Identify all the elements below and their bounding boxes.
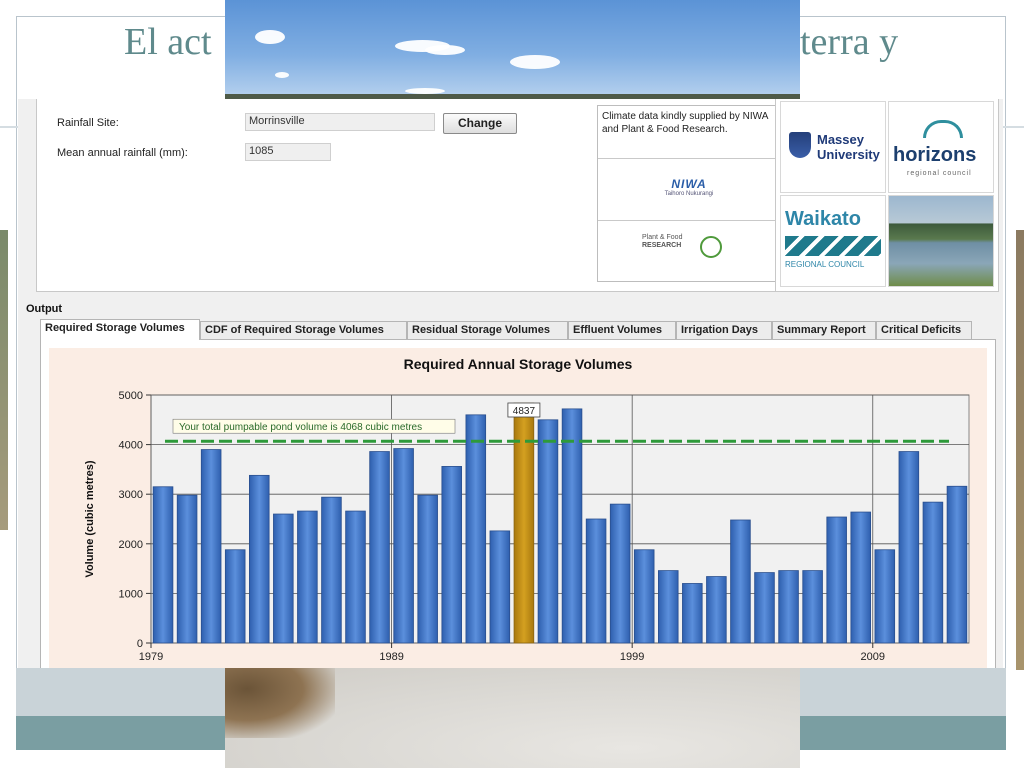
tab-cdf-required-storage-volumes[interactable]: CDF of Required Storage Volumes — [200, 321, 407, 339]
horizons-logo: horizons regional council — [888, 101, 994, 193]
bar — [297, 510, 318, 644]
bar — [609, 503, 631, 644]
credits-text: Climate data kindly supplied by NIWA and… — [602, 111, 768, 135]
bar — [946, 485, 968, 644]
sky-photo — [225, 0, 800, 100]
plant-food-logo-line2: RESEARCH — [642, 242, 682, 249]
bar — [321, 496, 342, 644]
tab-critical-deficits[interactable]: Critical Deficits — [876, 321, 972, 339]
bar — [802, 570, 823, 644]
bar — [176, 494, 198, 644]
chart-area: Required Annual Storage Volumes 0 1000 2000… — [49, 348, 987, 668]
niwa-logo: NIWA Taihoro Nukurangi — [634, 177, 744, 197]
background-photo-right-edge — [1016, 230, 1024, 670]
bar — [778, 570, 799, 644]
bar — [417, 494, 438, 644]
bar — [369, 451, 390, 644]
bar — [465, 414, 487, 644]
chart-panel: Required Annual Storage Volumes 0 1000 2000… — [40, 339, 996, 668]
x-tick-label: 1999 — [620, 651, 644, 663]
credits-box: Climate data kindly supplied by NIWA and… — [597, 105, 781, 282]
leaf-icon — [700, 236, 722, 258]
highlight-value-label: 4837 — [513, 406, 536, 417]
y-tick-label: 5000 — [119, 390, 143, 402]
slide-title: El act — [124, 21, 212, 63]
bar — [585, 518, 607, 644]
waikato-logo: Waikato REGIONAL COUNCIL — [780, 195, 886, 287]
bar — [200, 449, 222, 644]
tab-summary-report[interactable]: Summary Report — [772, 321, 876, 339]
massey-logo-line1: Massey — [817, 132, 864, 147]
bar — [537, 419, 559, 644]
bar — [850, 511, 871, 644]
bar — [152, 486, 174, 644]
bar — [224, 549, 246, 644]
niwa-logo-text: NIWA — [671, 177, 707, 191]
waikato-wave-icon — [785, 236, 881, 256]
bar — [898, 451, 920, 644]
x-tick-label: 1989 — [379, 651, 403, 663]
plant-food-logo-line1: Plant & Food — [642, 234, 683, 241]
bar — [682, 583, 703, 644]
waikato-logo-text: Waikato — [785, 208, 861, 230]
x-tick-label: 2009 — [861, 651, 885, 663]
massey-logo-line2: University — [817, 147, 880, 162]
sand-photo — [225, 668, 800, 768]
bar — [249, 474, 270, 644]
bar — [273, 513, 294, 644]
bar — [345, 510, 366, 644]
horizons-wave-icon — [923, 120, 963, 138]
horizons-logo-subtext: regional council — [907, 170, 972, 177]
bar — [561, 408, 583, 644]
mean-rainfall-label: Mean annual rainfall (mm): — [57, 147, 188, 159]
x-tick-label: 1979 — [139, 651, 163, 663]
crest-icon — [789, 132, 811, 158]
bar — [730, 519, 751, 644]
waikato-logo-subtext: REGIONAL COUNCIL — [785, 260, 865, 269]
background-photo-left-edge — [0, 230, 8, 530]
app-screenshot: Rainfall Site: Morrinsville Change Mean … — [18, 99, 1003, 668]
y-tick-label: 2000 — [119, 539, 143, 551]
y-tick-label: 4000 — [119, 440, 143, 452]
bar — [393, 448, 414, 644]
bar — [754, 572, 775, 644]
bar — [826, 516, 847, 644]
y-tick-label: 1000 — [119, 588, 143, 600]
output-label: Output — [26, 303, 63, 315]
horizons-logo-text: horizons — [893, 144, 977, 166]
slide-title-continued: terra y — [800, 21, 899, 63]
lake-photo — [888, 195, 994, 287]
tab-effluent-volumes[interactable]: Effluent Volumes — [568, 321, 676, 339]
plant-food-logo: Plant & Food RESEARCH — [642, 234, 722, 258]
rainfall-site-field[interactable]: Morrinsville — [245, 113, 435, 131]
bar — [922, 501, 944, 644]
y-tick-label: 3000 — [119, 489, 143, 501]
niwa-logo-subtext: Taihoro Nukurangi — [664, 191, 714, 197]
bar — [874, 549, 896, 644]
bar — [441, 466, 462, 644]
bar-highlighted — [513, 402, 535, 644]
tab-required-storage-volumes[interactable]: Required Storage Volumes — [40, 319, 200, 340]
partner-logos-panel: Massey University horizons regional coun… — [775, 99, 999, 292]
input-panel: Rainfall Site: Morrinsville Change Mean … — [36, 99, 792, 292]
tab-irrigation-days[interactable]: Irrigation Days — [676, 321, 772, 339]
y-tick-label: 0 — [137, 638, 143, 650]
y-axis-label: Volume (cubic metres) — [84, 460, 96, 577]
bar — [658, 570, 679, 644]
tab-residual-storage-volumes[interactable]: Residual Storage Volumes — [407, 321, 568, 339]
mean-rainfall-field[interactable]: 1085 — [245, 143, 331, 161]
bar — [706, 576, 727, 644]
storage-volume-chart: Required Annual Storage Volumes 0 1000 2000… — [84, 356, 970, 663]
change-button[interactable]: Change — [443, 113, 517, 134]
bar — [489, 530, 511, 644]
rainfall-site-label: Rainfall Site: — [57, 117, 119, 129]
chart-title: Required Annual Storage Volumes — [404, 356, 633, 372]
annotation-text: Your total pumpable pond volume is 4068 … — [179, 422, 422, 433]
bar — [633, 549, 655, 644]
massey-logo: Massey University — [780, 101, 886, 193]
